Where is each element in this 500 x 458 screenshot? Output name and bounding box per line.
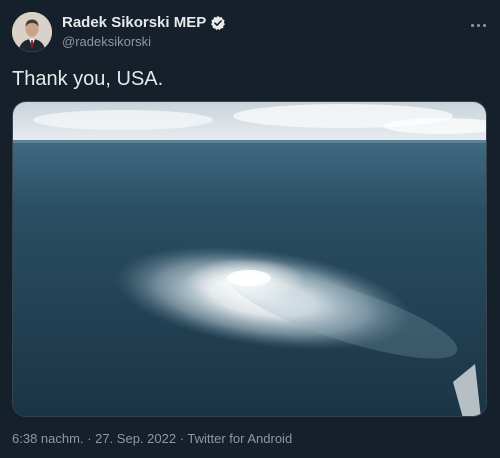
photo-sea-gas-leak-icon <box>13 102 486 416</box>
verified-badge-icon <box>210 15 226 31</box>
more-dot <box>470 23 474 27</box>
author-handle[interactable]: @radeksikorski <box>62 33 226 51</box>
more-dot <box>482 23 486 27</box>
author-name-row: Radek Sikorski MEP <box>62 14 226 32</box>
tweet-time[interactable]: 6:38 nachm. <box>12 431 84 446</box>
author-avatar[interactable] <box>12 12 52 52</box>
tweet-text: Thank you, USA. <box>12 68 164 90</box>
more-options-icon[interactable] <box>466 16 490 34</box>
tweet-source[interactable]: Twitter for Android <box>187 431 292 446</box>
author-display-name[interactable]: Radek Sikorski MEP <box>62 14 206 32</box>
meta-separator: · <box>176 431 188 446</box>
author-info: Radek Sikorski MEP @radeksikorski <box>62 14 226 51</box>
tweet-date[interactable]: 27. Sep. 2022 <box>95 431 176 446</box>
tweet-photo[interactable] <box>12 101 487 417</box>
tweet-metadata: 6:38 nachm. · 27. Sep. 2022 · Twitter fo… <box>12 431 292 447</box>
tweet-card: Radek Sikorski MEP @radeksikorski Thank … <box>0 0 500 458</box>
avatar-portrait-icon <box>12 12 52 52</box>
meta-separator: · <box>83 431 96 446</box>
more-dot <box>476 23 480 27</box>
